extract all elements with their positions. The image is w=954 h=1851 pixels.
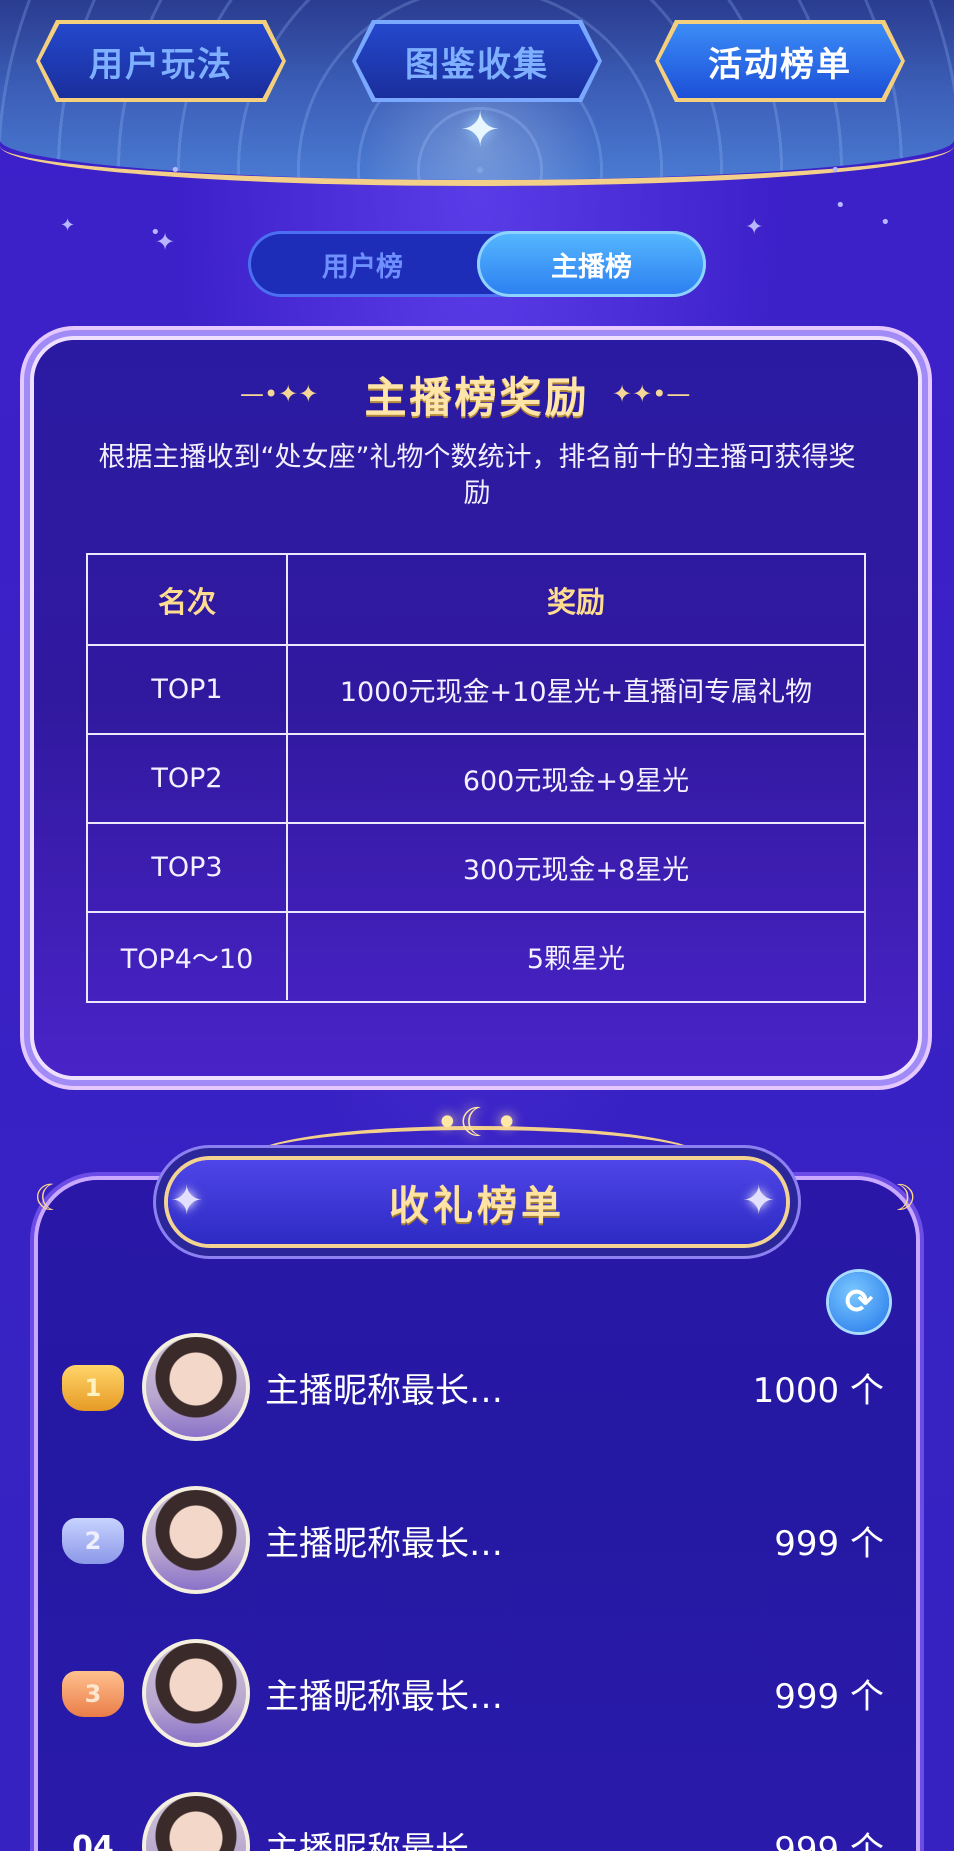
table-cell-rank: TOP2 (88, 735, 288, 822)
avatar (142, 1486, 250, 1594)
host-nickname: 主播昵称最长… (265, 1371, 503, 1411)
switch-user-ranking[interactable]: 用户榜 (248, 231, 477, 297)
ranking-row[interactable]: 04 主播昵称最长… 999 个 (0, 1782, 954, 1851)
ranking-type-switch: 用户榜 主播榜 (248, 231, 706, 297)
ranking-row[interactable]: 2 主播昵称最长… 999 个 (0, 1476, 954, 1606)
gift-count: 999 个 (774, 1830, 884, 1851)
host-nickname: 主播昵称最长… (265, 1524, 503, 1564)
rank-medal-bronze-icon: 3 (62, 1671, 124, 1717)
table-header-rank: 名次 (88, 555, 288, 644)
table-row: TOP2 600元现金+9星光 (88, 733, 864, 822)
reward-card-title: 主播榜奖励 (364, 373, 590, 422)
constellation-star-icon: • (880, 212, 891, 233)
constellation-star-icon: ✦ (60, 215, 76, 236)
avatar (142, 1792, 250, 1851)
table-cell-reward: 300元现金+8星光 (462, 855, 690, 886)
ranking-row[interactable]: 3 主播昵称最长… 999 个 (0, 1629, 954, 1759)
crescent-moon-icon: ☾ (34, 1178, 67, 1219)
rank-medal-silver-icon: 2 (62, 1518, 124, 1564)
banner-star-icon: ✦ (460, 102, 501, 158)
tab-collection-label: 图鉴收集 (356, 24, 598, 98)
table-cell-reward: 5颗星光 (526, 944, 626, 975)
tab-collection[interactable]: 图鉴收集 (352, 20, 602, 102)
reward-card-description: 根据主播收到“处女座”礼物个数统计，排名前十的主播可获得奖励 (98, 442, 856, 509)
page: ✦ 用户玩法 图鉴收集 活动榜单 ✦ • • ✦ ✦ • • • 用户榜 主播榜… (0, 0, 954, 1851)
host-nickname: 主播昵称最长… (265, 1677, 503, 1717)
table-cell-rank: TOP1 (88, 646, 288, 733)
host-nickname: 主播昵称最长… (265, 1830, 503, 1851)
ranking-title: 收礼榜单 (389, 1183, 565, 1229)
sparkle-star-icon: ✦ (742, 1178, 776, 1224)
table-cell-reward: 600元现金+9星光 (462, 766, 690, 797)
table-cell-rank: TOP3 (88, 824, 288, 911)
rank-number: 04 (72, 1829, 114, 1851)
rank-medal-gold-icon: 1 (62, 1365, 124, 1411)
sparkle-star-icon: ✦ (170, 1178, 204, 1224)
constellation-star-icon: • (170, 160, 181, 181)
table-row: TOP1 1000元现金+10星光+直播间专属礼物 (88, 644, 864, 733)
table-header-reward: 奖励 (546, 584, 605, 619)
reward-table: 名次 奖励 TOP1 1000元现金+10星光+直播间专属礼物 TOP2 600… (86, 553, 866, 1003)
switch-host-ranking[interactable]: 主播榜 (477, 231, 706, 297)
tab-activity-ranking[interactable]: 活动榜单 (655, 20, 905, 102)
gift-count: 1000 个 (752, 1371, 884, 1411)
crescent-moon-icon: ☽ (884, 1178, 917, 1219)
tab-user-play-label: 用户玩法 (40, 24, 282, 98)
table-cell-reward: 1000元现金+10星光+直播间专属礼物 (339, 677, 813, 708)
gift-count: 999 个 (774, 1524, 884, 1564)
tab-activity-ranking-label: 活动榜单 (659, 24, 901, 98)
constellation-star-icon: ✦ (155, 228, 176, 256)
constellation-star-icon: • (830, 160, 841, 181)
table-row: TOP4～10 5颗星光 (88, 911, 864, 1000)
crescent-moon-icon: •☾• (435, 1100, 519, 1146)
tab-user-play[interactable]: 用户玩法 (36, 20, 286, 102)
avatar (142, 1333, 250, 1441)
table-row: TOP3 300元现金+8星光 (88, 822, 864, 911)
gift-count: 999 个 (774, 1677, 884, 1717)
ranking-row[interactable]: 1 主播昵称最长… 1000 个 (0, 1323, 954, 1453)
ranking-title-banner: 收礼榜单 (168, 1160, 786, 1244)
refresh-icon: ⟳ (844, 1282, 874, 1322)
table-cell-rank: TOP4～10 (88, 913, 288, 1000)
table-header-row: 名次 奖励 (88, 555, 864, 644)
avatar (142, 1639, 250, 1747)
constellation-star-icon: ✦ (745, 215, 764, 240)
constellation-star-icon: • (835, 195, 846, 216)
